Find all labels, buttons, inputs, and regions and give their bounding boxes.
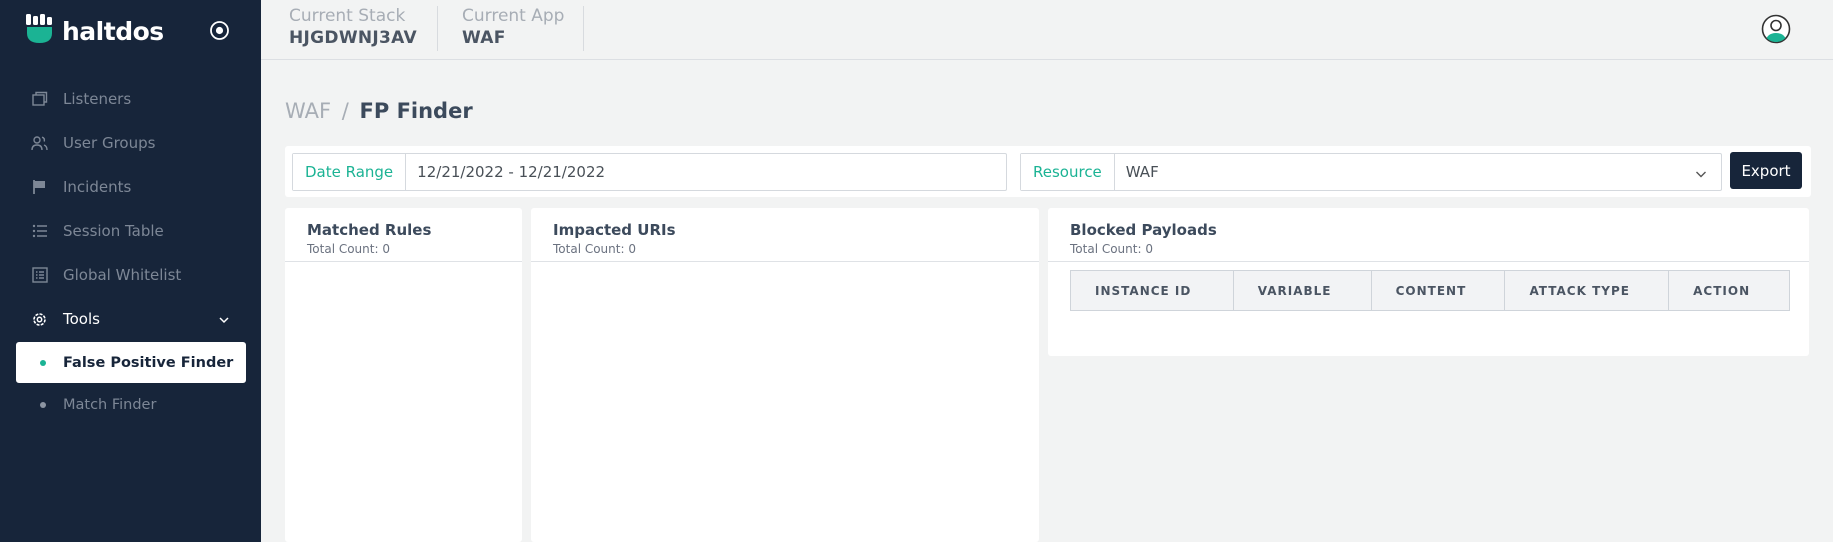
- card-header: Impacted URIs Total Count: 0: [531, 208, 1039, 262]
- chevron-down-icon: [1695, 166, 1707, 184]
- date-range-label: Date Range: [293, 154, 407, 190]
- card-title: Matched Rules: [307, 221, 432, 239]
- breadcrumb-parent[interactable]: WAF: [285, 99, 331, 123]
- column-header-action[interactable]: ACTION: [1668, 270, 1790, 311]
- current-stack-label: Current Stack: [289, 6, 406, 26]
- page-title: FP Finder: [359, 99, 473, 123]
- bullet-icon: [40, 360, 46, 366]
- resource-selected-value: WAF: [1125, 163, 1159, 181]
- matched-rules-card: Matched Rules Total Count: 0: [285, 208, 522, 542]
- column-header-variable[interactable]: VARIABLE: [1232, 270, 1372, 311]
- window-icon: [31, 91, 48, 108]
- card-total-count: Total Count: 0: [553, 242, 636, 256]
- list-icon: [31, 223, 48, 240]
- sidebar-toggle-button[interactable]: [209, 20, 230, 41]
- column-header-content[interactable]: CONTENT: [1370, 270, 1506, 311]
- sidebar-subitem-label: False Positive Finder: [63, 354, 234, 371]
- impacted-uris-card: Impacted URIs Total Count: 0: [531, 208, 1039, 542]
- sidebar-item-global-whitelist[interactable]: Global Whitelist: [0, 257, 261, 293]
- column-header-instance-id[interactable]: INSTANCE ID: [1070, 270, 1234, 311]
- flag-icon: [31, 179, 48, 196]
- gear-icon: [31, 311, 48, 328]
- users-icon: [31, 135, 48, 152]
- sidebar-item-label: Global Whitelist: [63, 266, 182, 284]
- sidebar-item-label: User Groups: [63, 134, 156, 152]
- sidebar: haltdos Listeners User Groups Incidents …: [0, 0, 261, 542]
- current-app-label: Current App: [462, 6, 565, 26]
- chevron-down-icon: [218, 312, 230, 330]
- resource-label: Resource: [1021, 154, 1115, 190]
- filter-bar: Date Range 12/21/2022 - 12/21/2022 Resou…: [285, 146, 1811, 197]
- top-header: Current Stack HJGDWNJ3AV Current App WAF: [261, 0, 1833, 60]
- current-app[interactable]: Current App WAF: [462, 6, 564, 52]
- sidebar-item-label: Listeners: [63, 90, 132, 108]
- logo-text: haltdos: [62, 16, 164, 46]
- date-range-input[interactable]: 12/21/2022 - 12/21/2022: [406, 154, 1006, 190]
- user-avatar-icon: [1761, 14, 1791, 44]
- export-button[interactable]: Export: [1730, 152, 1802, 189]
- sidebar-item-listeners[interactable]: Listeners: [0, 81, 261, 117]
- current-stack[interactable]: Current Stack HJGDWNJ3AV: [289, 6, 417, 52]
- target-icon: [210, 21, 229, 40]
- blocked-payloads-table: INSTANCE ID VARIABLE CONTENT ATTACK TYPE…: [1070, 270, 1790, 311]
- logo[interactable]: haltdos: [26, 14, 164, 48]
- card-title: Impacted URIs: [553, 221, 676, 239]
- sidebar-item-session-table[interactable]: Session Table: [0, 213, 261, 249]
- card-title: Blocked Payloads: [1070, 221, 1217, 239]
- resource-select[interactable]: Resource WAF: [1020, 153, 1722, 191]
- date-range-field[interactable]: Date Range 12/21/2022 - 12/21/2022: [292, 153, 1007, 191]
- sidebar-item-incidents[interactable]: Incidents: [0, 169, 261, 205]
- sidebar-item-label: Incidents: [63, 178, 132, 196]
- breadcrumb-separator: /: [341, 99, 349, 123]
- card-total-count: Total Count: 0: [307, 242, 390, 256]
- user-profile-button[interactable]: [1761, 14, 1791, 44]
- sidebar-subitem-label: Match Finder: [63, 396, 157, 413]
- current-app-value: WAF: [462, 28, 506, 48]
- haltdos-logo-icon: [26, 14, 54, 48]
- sidebar-item-label: Tools: [63, 310, 100, 328]
- sidebar-item-user-groups[interactable]: User Groups: [0, 125, 261, 161]
- table-list-icon: [31, 267, 48, 284]
- header-divider: [437, 6, 438, 51]
- sidebar-item-label: Session Table: [63, 222, 164, 240]
- resource-select-field[interactable]: WAF: [1115, 154, 1721, 190]
- table-header-row: INSTANCE ID VARIABLE CONTENT ATTACK TYPE…: [1070, 270, 1790, 311]
- current-stack-value: HJGDWNJ3AV: [289, 28, 417, 48]
- column-header-attack-type[interactable]: ATTACK TYPE: [1504, 270, 1670, 311]
- card-header: Blocked Payloads Total Count: 0: [1048, 208, 1809, 262]
- sidebar-item-tools[interactable]: Tools: [0, 301, 261, 337]
- breadcrumb: WAF / FP Finder: [285, 99, 473, 123]
- header-divider: [583, 6, 584, 51]
- card-total-count: Total Count: 0: [1070, 242, 1153, 256]
- card-header: Matched Rules Total Count: 0: [285, 208, 522, 262]
- blocked-payloads-card: Blocked Payloads Total Count: 0 INSTANCE…: [1048, 208, 1809, 356]
- sidebar-subitem-match-finder[interactable]: Match Finder: [16, 384, 246, 425]
- bullet-icon: [40, 402, 46, 408]
- sidebar-subitem-false-positive-finder[interactable]: False Positive Finder: [16, 342, 246, 383]
